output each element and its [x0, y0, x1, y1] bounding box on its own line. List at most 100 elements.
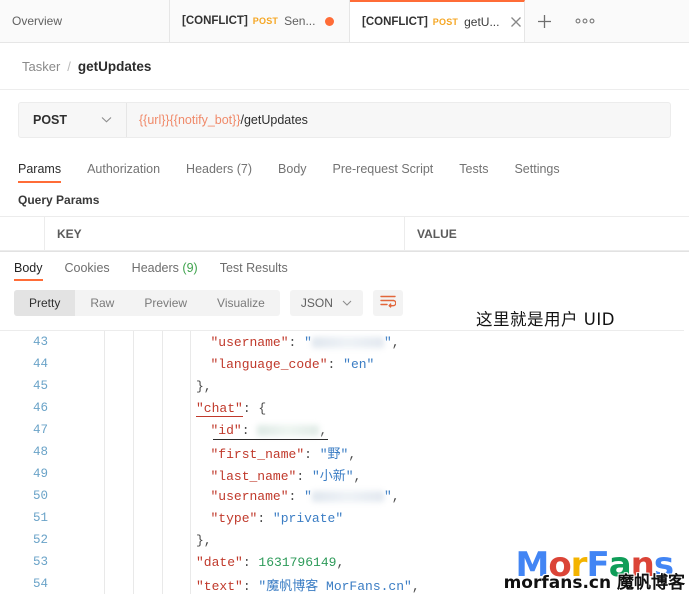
close-icon[interactable]	[509, 15, 523, 29]
code-line: 43 "username": " ",	[0, 331, 689, 353]
code-line-text: "username": " ",	[211, 335, 400, 350]
tab-settings[interactable]: Settings	[514, 162, 559, 183]
code-token: "	[304, 488, 312, 504]
code-token: ,	[348, 446, 357, 462]
code-token: "private"	[272, 510, 344, 526]
code-line: 49 "last_name": "小新",	[0, 463, 689, 485]
wrap-lines-button[interactable]	[372, 290, 403, 316]
code-token: "野"	[319, 446, 349, 462]
code-line-text: "text": "魔帆博客 MorFans.cn",	[196, 575, 420, 594]
tab-tests[interactable]: Tests	[459, 162, 488, 183]
tab-send[interactable]: [CONFLICT] POST Sen...	[170, 0, 350, 42]
code-token: : {	[242, 400, 267, 416]
redacted-value	[257, 424, 320, 436]
response-format-select[interactable]: JSON	[289, 290, 363, 316]
response-tab-cookies[interactable]: Cookies	[65, 261, 110, 281]
code-token: "text"	[196, 578, 243, 594]
response-format-value: JSON	[300, 296, 333, 310]
code-token: "chat"	[196, 400, 243, 417]
code-line-list: 43 "username": " ", 44 "language_code": "en"…	[0, 331, 689, 594]
line-number: 50	[32, 489, 48, 503]
view-mode-raw[interactable]: Raw	[75, 290, 129, 316]
url-input[interactable]: {{url}}{{notify_bot}}/getUpdates	[127, 103, 670, 137]
response-tab-headers-label: Headers	[131, 261, 179, 275]
code-scroll-area[interactable]	[684, 330, 689, 594]
code-line-text: "username": " ",	[211, 489, 400, 504]
tab-getupdates[interactable]: [CONFLICT] POST getU...	[350, 0, 525, 42]
table-checkbox-gutter	[0, 217, 45, 250]
tab-authorization[interactable]: Authorization	[87, 162, 160, 183]
breadcrumb-root[interactable]: Tasker	[22, 59, 60, 74]
code-token: "language_code"	[210, 356, 328, 372]
tab-getupdates-method: POST	[432, 17, 459, 27]
tab-pre-request-script[interactable]: Pre-request Script	[333, 162, 434, 183]
code-line: 53 "date": 1631796149,	[0, 551, 689, 573]
code-line-text: "date": 1631796149,	[196, 555, 344, 570]
column-header-key: KEY	[45, 217, 405, 250]
line-number: 53	[32, 555, 48, 569]
code-token: :	[304, 446, 320, 462]
redaction-underline	[213, 439, 328, 440]
response-tabs: Body Cookies Headers (9) Test Results	[0, 251, 689, 281]
line-number: 54	[32, 577, 48, 591]
new-tab-button[interactable]	[525, 0, 563, 42]
tab-more-options-icon[interactable]	[563, 0, 607, 42]
response-tab-test-results[interactable]: Test Results	[220, 261, 288, 281]
code-token: },	[196, 378, 212, 394]
response-tab-body[interactable]: Body	[14, 261, 43, 281]
code-token: "	[304, 334, 312, 350]
code-token: "id"	[210, 422, 242, 438]
request-url-row: POST {{url}}{{notify_bot}}/getUpdates	[0, 90, 689, 152]
code-token: "魔帆博客 MorFans.cn"	[258, 578, 412, 594]
code-line-text: "language_code": "en"	[211, 357, 375, 372]
code-line: 46 "chat": {	[0, 397, 689, 419]
code-line-text: "last_name": "小新",	[211, 465, 362, 484]
line-number: 51	[32, 511, 48, 525]
code-line: 51 "type": "private"	[0, 507, 689, 529]
tab-send-label: Sen...	[284, 14, 316, 28]
request-tabs: Params Authorization Headers (7) Body Pr…	[0, 152, 689, 183]
tab-body[interactable]: Body	[278, 162, 307, 183]
url-bar: POST {{url}}{{notify_bot}}/getUpdates	[18, 102, 671, 138]
tab-headers[interactable]: Headers (7)	[186, 162, 252, 183]
code-token: ,	[391, 334, 400, 350]
code-line: 50 "username": " ",	[0, 485, 689, 507]
wrap-lines-icon	[380, 294, 397, 313]
view-mode-group: Pretty Raw Preview Visualize	[14, 290, 280, 316]
http-method-select[interactable]: POST	[19, 103, 127, 137]
page-title: getUpdates	[77, 58, 152, 74]
code-token: :	[296, 468, 312, 484]
tab-params[interactable]: Params	[18, 162, 62, 183]
tab-overview[interactable]: Overview	[0, 0, 170, 42]
code-token: "first_name"	[210, 446, 305, 462]
response-tab-headers[interactable]: Headers (9)	[132, 261, 198, 281]
code-token: :	[327, 356, 344, 372]
code-line: 45},	[0, 375, 689, 397]
chevron-down-icon	[101, 114, 112, 126]
code-token: "username"	[210, 334, 289, 350]
code-token: "en"	[343, 356, 375, 372]
tab-bar: Overview [CONFLICT] POST Sen... [CONFLIC…	[0, 0, 689, 43]
view-mode-visualize[interactable]: Visualize	[202, 290, 280, 316]
response-body-code[interactable]: 43 "username": " ", 44 "language_code": "en"…	[0, 330, 689, 594]
query-params-label: Query Params	[0, 183, 689, 216]
code-token: "type"	[210, 510, 258, 526]
code-token: ,	[411, 578, 420, 594]
line-number: 43	[32, 335, 48, 349]
line-number: 45	[32, 379, 48, 393]
line-number: 47	[32, 423, 48, 437]
redacted-value	[311, 490, 384, 502]
view-mode-preview[interactable]: Preview	[129, 290, 202, 316]
code-token: "username"	[210, 488, 289, 504]
code-token: :	[241, 422, 258, 438]
url-variable: {{url}}{{notify_bot}}	[139, 113, 241, 127]
view-mode-pretty[interactable]: Pretty	[14, 290, 76, 316]
code-token: ,	[391, 488, 400, 504]
tab-overview-label: Overview	[12, 14, 63, 28]
tab-getupdates-conflict-badge: [CONFLICT]	[362, 16, 428, 28]
code-token: :	[288, 488, 305, 504]
code-token: "小新"	[311, 468, 354, 484]
code-token: :	[242, 578, 259, 594]
redacted-value	[311, 336, 384, 348]
unsaved-dot-icon	[325, 16, 335, 26]
